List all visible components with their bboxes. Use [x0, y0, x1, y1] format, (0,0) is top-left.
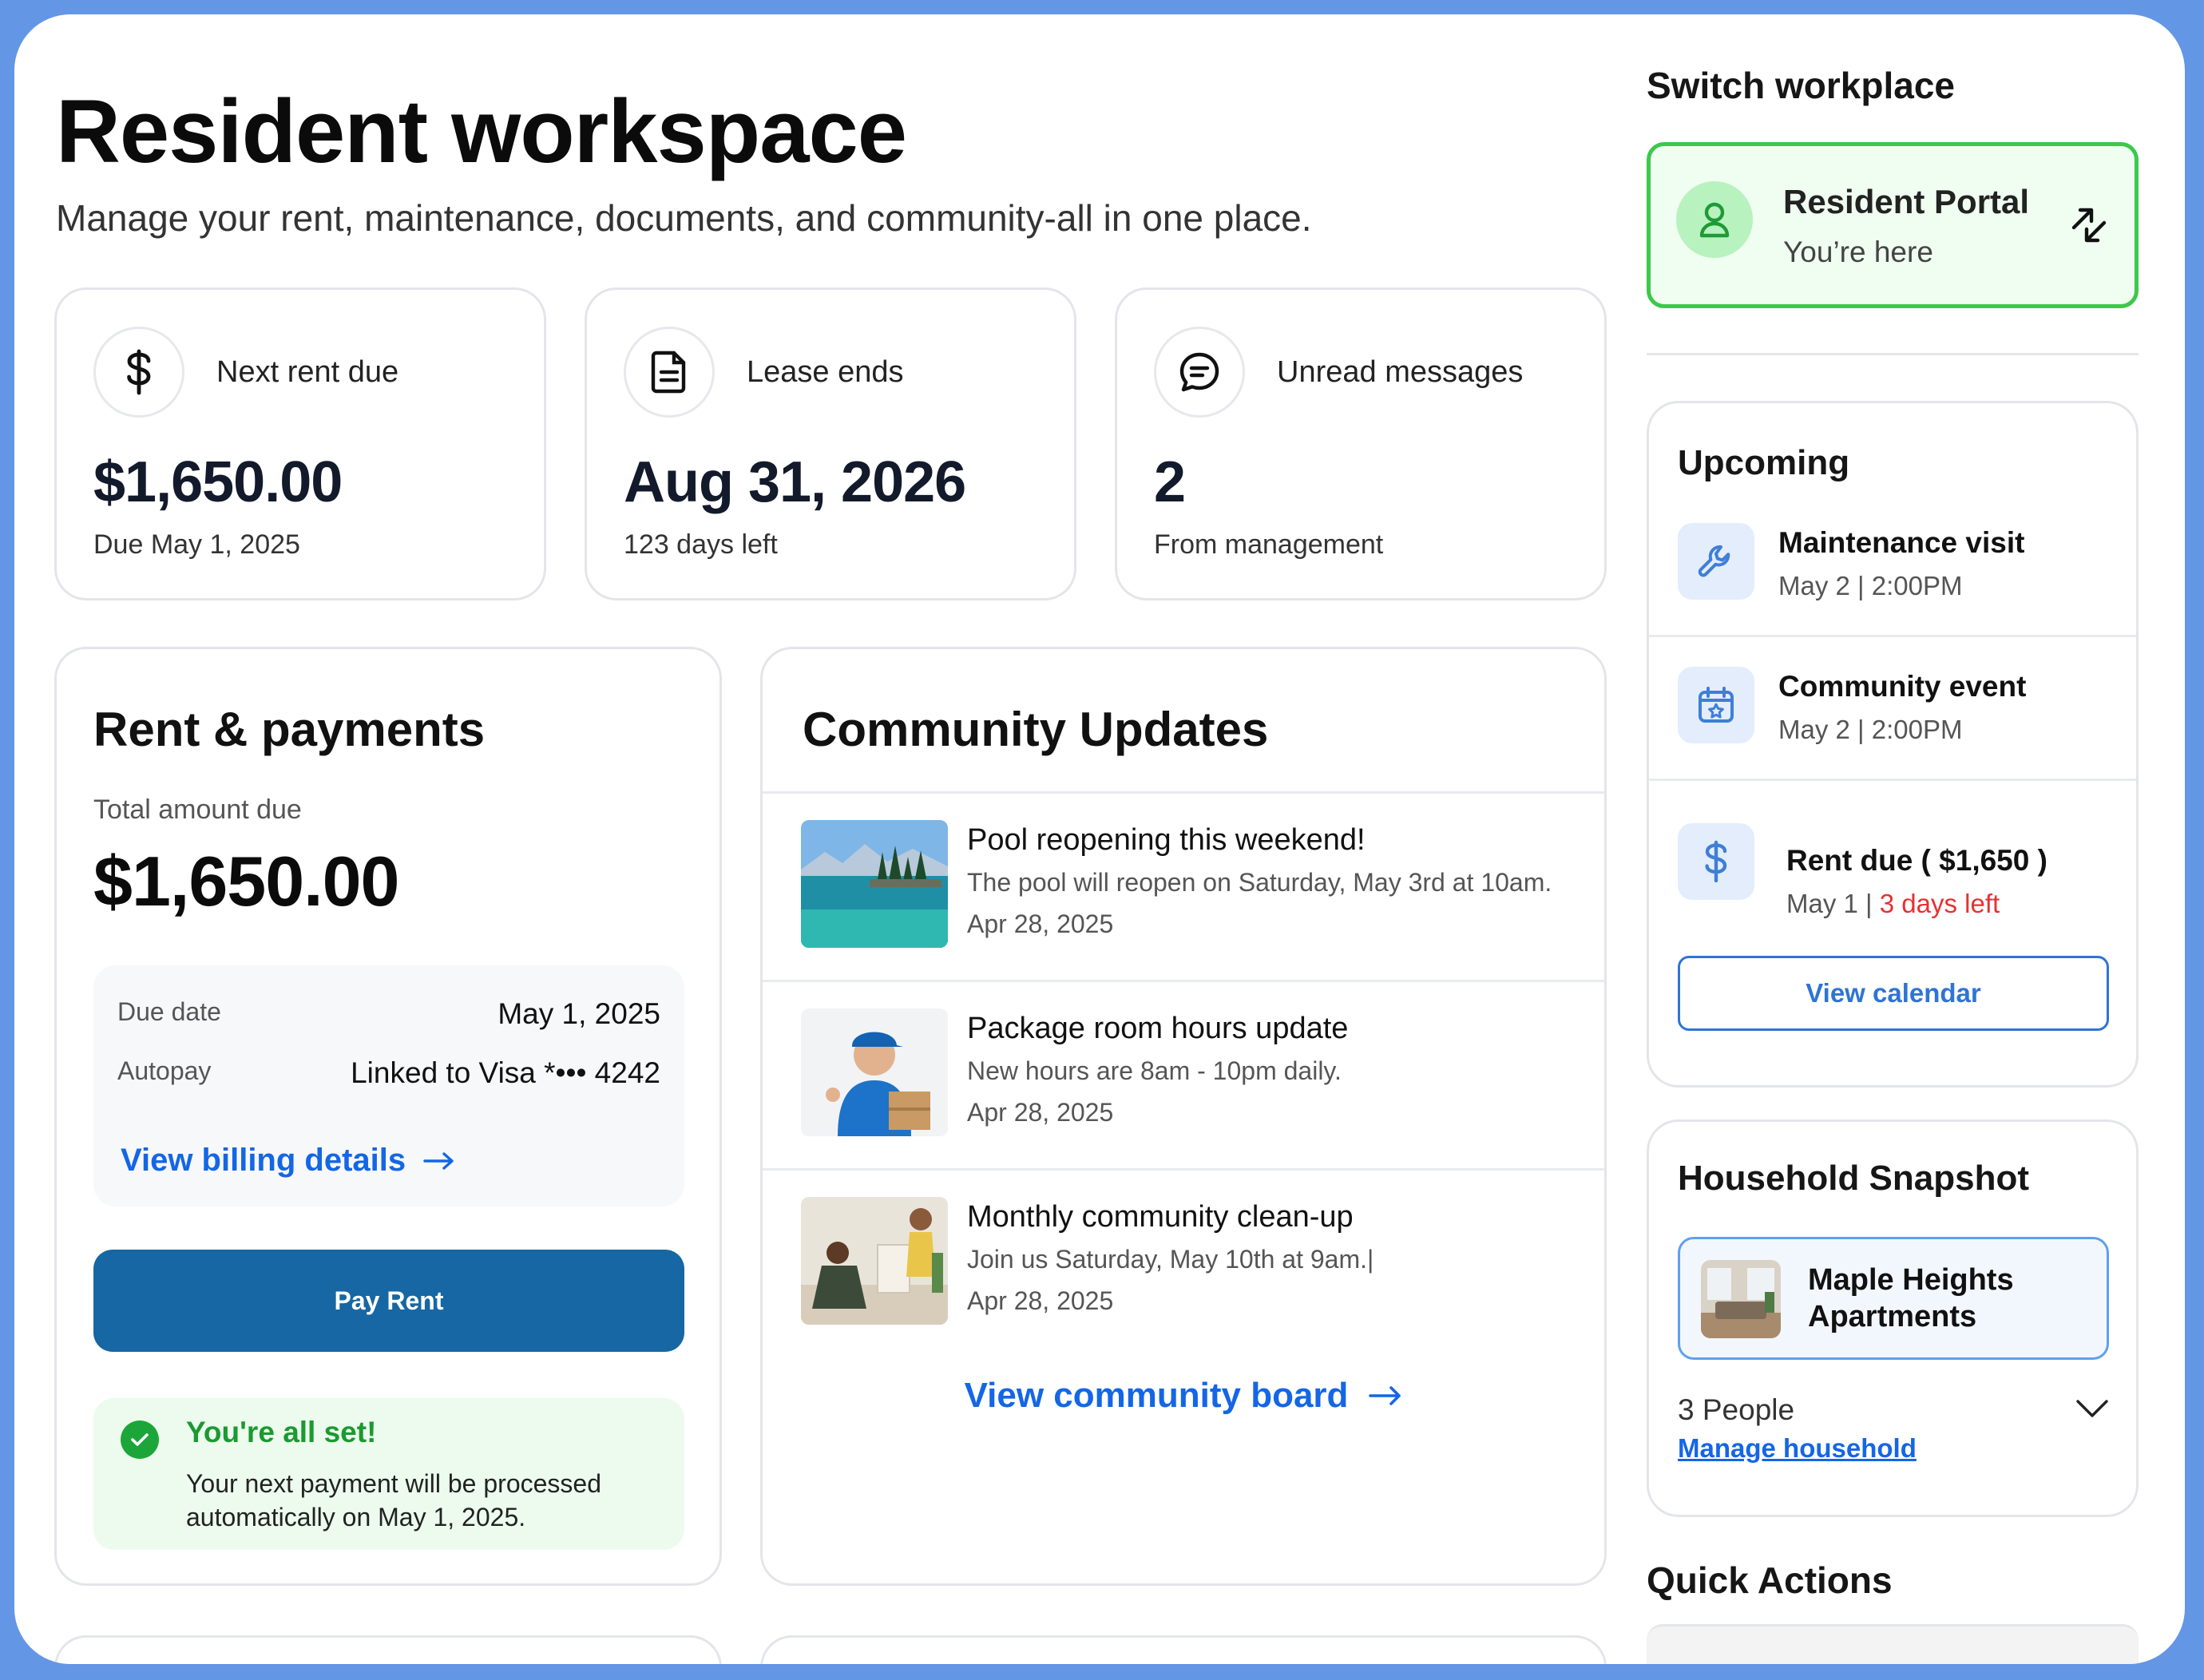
community-card-title: Community Updates [803, 703, 1269, 756]
app-frame: Resident workspace Manage your rent, mai… [14, 14, 2185, 1664]
upcoming-item-title: Rent due ( $1,650 ) [1786, 844, 2047, 877]
page-title: Resident workspace [56, 81, 907, 181]
household-snapshot-card: Household Snapshot Maple Heights Apartme… [1647, 1119, 2139, 1517]
workplace-name: Resident Portal [1783, 183, 2030, 220]
stat-value: $1,650.00 [93, 450, 343, 514]
manage-household-link[interactable]: Manage household [1678, 1433, 1917, 1464]
workplace-switcher[interactable]: Resident Portal You’re here [1647, 142, 2139, 308]
chevron-down-icon[interactable] [2075, 1398, 2109, 1423]
autopay-success-notice: You're all set! Your next payment will b… [93, 1398, 684, 1550]
update-description: The pool will reopen on Saturday, May 3r… [967, 868, 1552, 897]
delivery-person-photo [801, 1008, 948, 1136]
upcoming-item-sub: May 2 | 2:00PM [1778, 715, 1963, 744]
rent-card-title: Rent & payments [93, 703, 486, 756]
view-billing-details-link[interactable]: View billing details [121, 1143, 455, 1179]
lower-card-left [54, 1635, 722, 1664]
stat-sub: From management [1154, 529, 1384, 560]
wrench-icon [1678, 523, 1754, 600]
upcoming-title: Upcoming [1678, 443, 1850, 482]
lower-card-right [760, 1635, 1607, 1664]
list-item[interactable]: Monthly community clean-up Join us Satur… [763, 1170, 1604, 1355]
household-people-count: 3 People [1678, 1393, 1795, 1426]
view-community-board-link[interactable]: View community board [763, 1376, 1604, 1416]
household-title: Household Snapshot [1678, 1159, 2029, 1198]
due-date-label: Due date [117, 997, 221, 1026]
swap-arrows-icon[interactable] [2067, 204, 2111, 251]
message-icon [1154, 327, 1245, 418]
document-icon [624, 327, 715, 418]
total-due-label: Total amount due [93, 794, 302, 825]
autopay-label: Autopay [117, 1056, 212, 1085]
upcoming-card: Upcoming Maintenance visit May 2 | 2:00P… [1647, 401, 2139, 1088]
stat-label: Next rent due [216, 355, 399, 389]
list-item[interactable]: Package room hours update New hours are … [763, 981, 1604, 1167]
update-description: Join us Saturday, May 10th at 9am.| [967, 1245, 1374, 1274]
rent-payments-card: Rent & payments Total amount due $1,650.… [54, 647, 722, 1586]
days-left-alert: 3 days left [1879, 889, 2000, 918]
dollar-icon [93, 327, 184, 418]
update-title: Package room hours update [967, 1012, 1349, 1045]
rent-due-date: May 1 | [1786, 889, 1880, 918]
stat-card-lease-ends[interactable]: Lease ends Aug 31, 2026 123 days left [585, 287, 1076, 600]
apartment-photo [1701, 1260, 1781, 1338]
update-title: Monthly community clean-up [967, 1200, 1354, 1234]
user-icon [1676, 181, 1753, 258]
upcoming-item-sub: May 1 | 3 days left [1786, 889, 2000, 919]
autopay-value: Linked to Visa *••• 4242 [351, 1056, 660, 1089]
stat-label: Lease ends [747, 355, 904, 389]
property-name: Maple Heights Apartments [1808, 1263, 2014, 1333]
stat-sub: 123 days left [624, 529, 778, 560]
check-circle-icon [121, 1420, 159, 1459]
list-item[interactable]: Pool reopening this weekend! The pool wi… [763, 793, 1604, 978]
divider [1649, 779, 2136, 781]
update-date: Apr 28, 2025 [967, 909, 1114, 938]
workplace-status: You’re here [1783, 236, 1933, 268]
quick-actions-heading: Quick Actions [1647, 1559, 1893, 1601]
pool-photo [801, 820, 948, 948]
billing-summary: Due date May 1, 2025 Autopay Linked to V… [93, 965, 684, 1207]
success-title: You're all set! [186, 1416, 377, 1448]
update-date: Apr 28, 2025 [967, 1286, 1114, 1315]
page-subtitle: Manage your rent, maintenance, documents… [56, 197, 1312, 239]
view-calendar-button[interactable]: View calendar [1678, 956, 2109, 1031]
update-date: Apr 28, 2025 [967, 1098, 1114, 1127]
billing-link-label: View billing details [121, 1143, 406, 1178]
arrow-right-icon [423, 1151, 454, 1170]
stat-value: 2 [1154, 450, 1186, 514]
upcoming-item-title: Maintenance visit [1778, 526, 2025, 559]
stat-card-unread-messages[interactable]: Unread messages 2 From management [1115, 287, 1607, 600]
success-text: Your next payment will be processed auto… [186, 1469, 601, 1531]
community-updates-card: Community Updates Pool reopening this we… [760, 647, 1607, 1586]
upcoming-item-title: Community event [1778, 670, 2027, 703]
divider [1647, 353, 2139, 355]
arrow-right-icon [1369, 1386, 1401, 1405]
divider [1649, 635, 2136, 637]
property-selector[interactable]: Maple Heights Apartments [1678, 1237, 2109, 1360]
cleanup-photo [801, 1197, 948, 1325]
switch-workplace-heading: Switch workplace [1647, 65, 1956, 106]
stat-card-next-rent[interactable]: Next rent due $1,650.00 Due May 1, 2025 [54, 287, 546, 600]
stat-label: Unread messages [1277, 355, 1524, 389]
dollar-icon [1678, 823, 1754, 900]
due-date-value: May 1, 2025 [497, 997, 660, 1030]
update-description: New hours are 8am - 10pm daily. [967, 1056, 1342, 1085]
calendar-star-icon [1678, 667, 1754, 743]
update-title: Pool reopening this weekend! [967, 823, 1366, 857]
stat-value: Aug 31, 2026 [624, 450, 966, 514]
pay-rent-button[interactable]: Pay Rent [93, 1250, 684, 1352]
stat-sub: Due May 1, 2025 [93, 529, 300, 560]
quick-actions-panel [1647, 1624, 2139, 1664]
community-link-label: View community board [964, 1376, 1349, 1415]
total-due-amount: $1,650.00 [93, 842, 399, 921]
upcoming-item-sub: May 2 | 2:00PM [1778, 571, 1963, 600]
